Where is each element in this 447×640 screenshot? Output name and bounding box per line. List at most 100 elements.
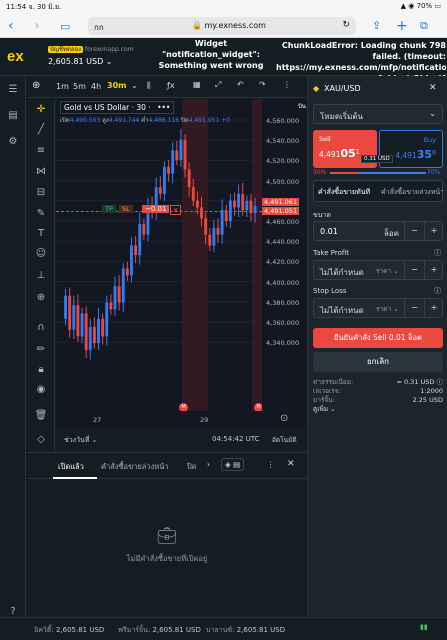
reader-aa-button[interactable]: กก bbox=[94, 21, 104, 34]
sentiment-buy: 70% bbox=[427, 169, 441, 176]
calendar-icon[interactable]: ▤ bbox=[3, 110, 23, 124]
price-chart[interactable]: Gold vs US Dollar · 30 · ••• เปิด4,490.5… bbox=[56, 99, 263, 412]
symbol-legend[interactable]: Gold vs US Dollar · 30 · ••• bbox=[60, 101, 175, 114]
lock-drawing-icon[interactable]: ✏ bbox=[31, 344, 51, 358]
timeframe-5m[interactable]: 5m bbox=[73, 82, 86, 91]
app-sidebar: ☰ ▤ ⚙ ? bbox=[0, 76, 26, 640]
tp-increase-button[interactable]: + bbox=[424, 261, 443, 279]
back-icon[interactable]: ‹ bbox=[8, 18, 14, 34]
candle-body bbox=[200, 207, 203, 219]
indicators-icon[interactable]: ƒx bbox=[167, 81, 175, 90]
tab-market-order[interactable]: คำสั่งซื้อขายทันที bbox=[318, 187, 370, 198]
cancel-button[interactable]: ยกเลิก bbox=[313, 352, 443, 372]
reset-axis-icon[interactable]: ⊙ bbox=[280, 413, 288, 424]
group-view-icon[interactable]: ◈ ▤ bbox=[221, 458, 245, 471]
chart-clock: 04:54:42 UTC bbox=[212, 435, 260, 443]
volume-decrease-button[interactable]: − bbox=[404, 222, 424, 240]
account-type[interactable]: บัญชีทดลอง forexonapp.com bbox=[48, 44, 134, 54]
stop-loss-input[interactable]: ไม่ได้กำหนด ราคา ⌄ − + bbox=[313, 298, 443, 318]
sl-decrease-button[interactable]: − bbox=[404, 299, 424, 317]
sidebar-icon[interactable]: ▭ bbox=[60, 20, 70, 33]
exness-logo[interactable]: ex bbox=[7, 48, 24, 65]
tab-closed[interactable]: ปิด bbox=[187, 461, 197, 473]
order-type-select[interactable]: โหมดเริ่มต้น ⌄ bbox=[313, 104, 443, 124]
volume-increase-button[interactable]: + bbox=[424, 222, 443, 240]
close-position-icon[interactable]: ✕ bbox=[170, 205, 182, 215]
reload-icon[interactable]: ↻ bbox=[342, 20, 350, 30]
timeframe-30m[interactable]: 30m bbox=[107, 81, 126, 90]
candle-body bbox=[130, 245, 133, 276]
close-icon[interactable]: ✕ bbox=[287, 459, 295, 469]
candle-body bbox=[220, 210, 224, 235]
chart-type-icon[interactable]: ⫼ bbox=[147, 81, 151, 91]
sl-increase-button[interactable]: + bbox=[424, 299, 443, 317]
candle-body bbox=[241, 193, 245, 211]
more-icon[interactable]: ⋮ bbox=[267, 460, 275, 469]
emoji-icon[interactable]: ☺ bbox=[31, 248, 51, 262]
time-axis[interactable]: 27 29 ⊙ bbox=[56, 411, 307, 429]
candle-body bbox=[80, 313, 84, 337]
trash-icon[interactable]: 🗑︎ bbox=[31, 410, 51, 424]
y-tick-label: 4,380.000 bbox=[266, 298, 300, 307]
brush-icon[interactable]: ✎ bbox=[31, 208, 51, 222]
timeframe-1m[interactable]: 1m bbox=[56, 82, 69, 91]
tp-info-icon[interactable]: ⓘ bbox=[434, 248, 441, 258]
redo-icon[interactable]: ↷ bbox=[259, 80, 266, 89]
lock-icon[interactable]: 🔒︎ bbox=[31, 364, 51, 378]
undo-icon[interactable]: ↶ bbox=[237, 80, 244, 89]
fib-icon[interactable]: ⊟ bbox=[31, 187, 51, 201]
auto-scale-button[interactable]: อัตโนมัติ bbox=[272, 435, 297, 445]
take-profit-input[interactable]: ไม่ได้กำหนด ราคา ⌄ − + bbox=[313, 260, 443, 280]
candle-body bbox=[183, 139, 187, 170]
menu-icon[interactable]: ☰ bbox=[3, 84, 23, 98]
currency-label: ปัน bbox=[298, 103, 306, 110]
candlestick-chart bbox=[56, 99, 262, 411]
sl-info-icon[interactable]: ⓘ bbox=[434, 286, 441, 296]
collapse-icon[interactable]: ◇ bbox=[31, 434, 51, 448]
battery-indicator: ▲ ◉ 70% ▭ bbox=[400, 2, 441, 10]
chevron-down-icon[interactable]: ⌄ bbox=[131, 81, 138, 90]
share-icon[interactable]: ⇪ bbox=[372, 19, 381, 32]
candle-body bbox=[113, 286, 117, 310]
price-axis[interactable]: 4,560.0004,540.0004,520.0004,500.0004,48… bbox=[262, 99, 307, 411]
candle-body bbox=[101, 318, 105, 337]
position-pl[interactable]: −0.01 bbox=[142, 205, 170, 213]
y-tick-label: 4,400.000 bbox=[266, 278, 300, 287]
tab-open[interactable]: เปิดแล้ว bbox=[58, 461, 84, 473]
pattern-icon[interactable]: ⋈ bbox=[31, 166, 51, 180]
address-bar[interactable]: กก 🔒 my.exness.com ↻ bbox=[88, 17, 356, 35]
eye-icon[interactable]: ◉ bbox=[31, 384, 51, 398]
session-highlight bbox=[252, 99, 262, 411]
more-details-link[interactable]: ดูเพิ่ม ⌄ bbox=[313, 405, 443, 414]
forward-icon[interactable]: › bbox=[34, 18, 40, 34]
trendline-icon[interactable]: ╱ bbox=[31, 124, 51, 138]
fullscreen-icon[interactable]: ⤢ bbox=[215, 80, 221, 90]
candle-body bbox=[195, 200, 199, 208]
date-range-button[interactable]: ช่วงวันที่ ⌄ bbox=[64, 435, 98, 446]
sl-button[interactable]: SL bbox=[119, 205, 133, 213]
settings-icon[interactable]: ⚙ bbox=[3, 136, 23, 150]
magnet-icon[interactable]: ∩ bbox=[31, 322, 51, 336]
new-tab-icon[interactable]: + bbox=[396, 18, 408, 34]
more-icon[interactable]: ⋮ bbox=[283, 80, 291, 89]
account-balance[interactable]: 2,605.81 USD ⌄ bbox=[48, 57, 113, 66]
chevron-right-icon[interactable]: › bbox=[207, 460, 210, 469]
timeframe-4h[interactable]: 4h bbox=[91, 82, 101, 91]
candle-body bbox=[208, 234, 212, 246]
close-panel-icon[interactable]: ✕ bbox=[429, 83, 437, 93]
add-indicator-icon[interactable]: ⊕ bbox=[32, 80, 40, 91]
tab-pending-order[interactable]: คำสั่งซื้อขายล่วงหน้า bbox=[381, 187, 443, 198]
tab-pending[interactable]: คำสั่งซื้อขายล่วงหน้า bbox=[101, 461, 169, 473]
tp-decrease-button[interactable]: − bbox=[404, 261, 424, 279]
volume-input[interactable]: 0.01 ล็อต − + bbox=[313, 221, 443, 241]
briefcase-icon: 💼︎ bbox=[156, 526, 178, 545]
horizontal-lines-icon[interactable]: ≡ bbox=[31, 145, 51, 159]
ruler-icon[interactable]: ⊥ bbox=[31, 270, 51, 284]
crosshair-icon[interactable]: ✛ bbox=[31, 104, 51, 118]
zoom-icon[interactable]: ⊕ bbox=[31, 292, 51, 306]
layout-icon[interactable]: ▦ bbox=[193, 80, 201, 89]
tabs-icon[interactable]: ⧉ bbox=[420, 19, 428, 33]
confirm-order-button[interactable]: ยืนยันคำสั่ง Sell 0.01 ล็อต bbox=[313, 328, 443, 348]
text-icon[interactable]: T bbox=[31, 228, 51, 242]
tp-button[interactable]: TP bbox=[102, 205, 116, 213]
